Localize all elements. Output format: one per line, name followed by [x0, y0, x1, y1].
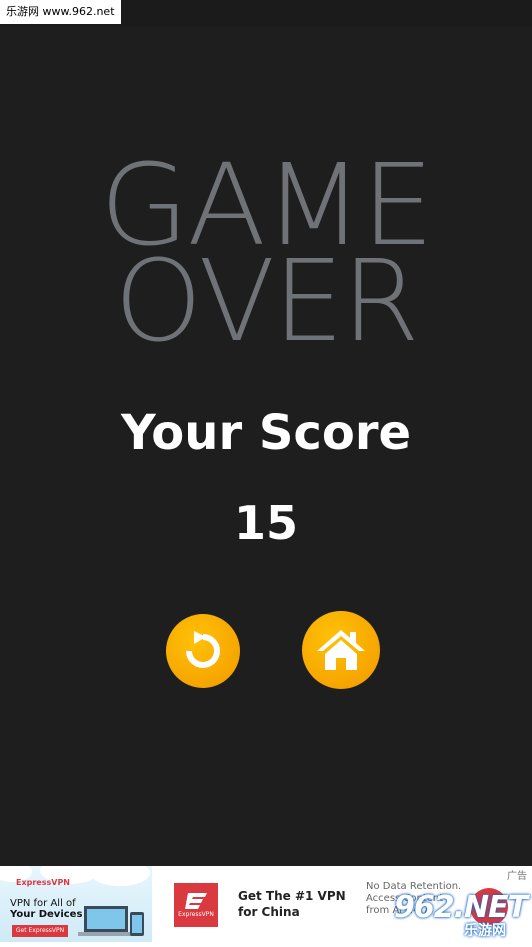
watermark-site: 乐游网	[464, 923, 506, 939]
ad-image-panel[interactable]: ExpressVPN VPN for All of Your Devices G…	[0, 866, 152, 942]
score-label: Your Score	[120, 405, 412, 461]
ad-logo[interactable]: ExpressVPN	[174, 883, 218, 927]
ad-left-headline-2: Your Devices	[10, 909, 83, 920]
restart-icon	[186, 631, 220, 668]
devices-icon	[78, 906, 144, 936]
ad-cta-button[interactable]: Get ExpressVPN	[12, 925, 68, 937]
score-value: 15	[233, 496, 298, 550]
ad-logo-text: ExpressVPN	[178, 910, 214, 918]
watermark-962: 962.NET	[394, 890, 528, 925]
game-over-title-line2: OVER	[114, 237, 419, 367]
ad-headline[interactable]: Get The #1 VPN for China	[238, 888, 358, 920]
ad-left-headline-1: VPN for All of	[10, 898, 76, 909]
home-icon	[317, 630, 365, 670]
ad-left-headline: VPN for All of Your Devices	[10, 898, 82, 920]
home-button[interactable]	[302, 611, 380, 689]
watermark-bottom-right: 962.NET 乐游网	[394, 890, 528, 940]
watermark-top: 乐游网 www.962.net	[0, 0, 121, 24]
restart-button[interactable]	[166, 614, 240, 688]
expressvpn-logo-icon	[185, 892, 207, 909]
ad-brand-small: ExpressVPN	[16, 878, 70, 887]
ad-tag[interactable]: 广告	[507, 867, 527, 882]
